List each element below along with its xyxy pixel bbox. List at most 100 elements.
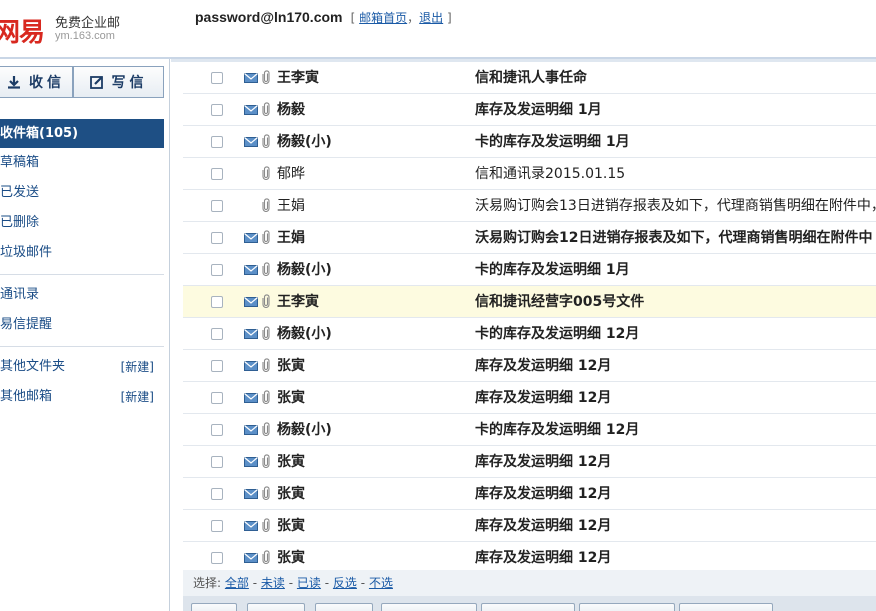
attachment-icon — [262, 230, 270, 244]
view-dropdown[interactable] — [579, 603, 675, 611]
mail-checkbox[interactable] — [211, 456, 223, 468]
new-folder-button[interactable]: [新建] — [121, 352, 154, 382]
mail-row[interactable]: 王娟 沃易购订购会12日进销存报表及如下，代理商销售明细在附件中 — [183, 222, 876, 254]
toolbar-button[interactable] — [247, 603, 305, 611]
mail-subject[interactable]: 库存及发运明细 12月 — [475, 382, 611, 413]
unread-envelope-icon — [244, 553, 258, 563]
unread-envelope-icon — [244, 233, 258, 243]
link-separator: ， — [407, 11, 420, 25]
mail-sender: 杨毅(小) — [277, 326, 332, 342]
mail-checkbox[interactable] — [211, 488, 223, 500]
mail-sender: 王娟 — [277, 198, 305, 214]
mail-sender: 张寅 — [277, 518, 305, 534]
mail-row[interactable]: 杨毅(小) 卡的库存及发运明细 12月 — [183, 318, 876, 350]
attachment-icon — [262, 550, 270, 564]
mail-subject[interactable]: 库存及发运明细 12月 — [475, 350, 611, 381]
folder-list: 收件箱(105) 草稿箱 已发送 已删除 垃圾邮件 通讯录 易信提醒 其他文件夹… — [0, 119, 164, 412]
folder-sent[interactable]: 已发送 — [0, 178, 164, 208]
mail-checkbox[interactable] — [211, 168, 223, 180]
new-mailbox-button[interactable]: [新建] — [121, 382, 154, 412]
select-all-link[interactable]: 全部 — [225, 576, 249, 590]
logout-link[interactable]: 退出 — [419, 11, 443, 25]
mail-subject[interactable]: 卡的库存及发运明细 12月 — [475, 414, 639, 445]
receive-button[interactable]: 收信 — [0, 66, 73, 98]
move-to-dropdown[interactable] — [481, 603, 575, 611]
mail-subject[interactable]: 卡的库存及发运明细 1月 — [475, 254, 630, 285]
mail-sender: 张寅 — [277, 358, 305, 374]
mail-subject[interactable]: 沃易购订购会12日进销存报表及如下，代理商销售明细在附件中 — [475, 222, 872, 253]
attachment-icon — [262, 326, 270, 340]
select-unread-link[interactable]: 未读 — [261, 576, 285, 590]
mail-row[interactable]: 杨毅(小) 卡的库存及发运明细 1月 — [183, 254, 876, 286]
more-dropdown[interactable] — [679, 603, 773, 611]
mail-row[interactable]: 杨毅(小) 卡的库存及发运明细 1月 — [183, 126, 876, 158]
bottom-toolbar — [183, 596, 876, 611]
folder-deleted[interactable]: 已删除 — [0, 208, 164, 238]
mail-checkbox[interactable] — [211, 104, 223, 116]
mail-checkbox[interactable] — [211, 296, 223, 308]
toolbar-button[interactable] — [315, 603, 373, 611]
mail-row[interactable]: 王李寅 信和捷讯人事任命 — [183, 62, 876, 94]
contacts-link[interactable]: 通讯录 — [0, 280, 164, 310]
compose-button[interactable]: 写信 — [73, 66, 164, 98]
mail-list-panel: 王李寅 信和捷讯人事任命 杨毅 库存及发运明细 1月 杨毅(小) 卡的库存及发运明细 1月… — [171, 59, 876, 611]
select-invert-link[interactable]: 反选 — [333, 576, 357, 590]
other-folders-label: 其他文件夹 — [0, 359, 66, 374]
toolbar-button[interactable] — [191, 603, 237, 611]
unread-envelope-icon — [244, 489, 258, 499]
mail-checkbox[interactable] — [211, 328, 223, 340]
mail-row[interactable]: 杨毅(小) 卡的库存及发运明细 12月 — [183, 414, 876, 446]
folder-spam[interactable]: 垃圾邮件 — [0, 238, 164, 268]
mail-checkbox[interactable] — [211, 392, 223, 404]
other-folders[interactable]: 其他文件夹 [新建] — [0, 352, 164, 382]
mail-subject[interactable]: 库存及发运明细 12月 — [475, 478, 611, 509]
select-dash: - — [360, 576, 366, 590]
mail-row[interactable]: 王娟 沃易购订购会13日进销存报表及如下，代理商销售明细在附件中， — [183, 190, 876, 222]
mail-subject[interactable]: 库存及发运明细 1月 — [475, 94, 602, 125]
mail-row[interactable]: 郁晔 信和通讯录2015.01.15 — [183, 158, 876, 190]
mail-checkbox[interactable] — [211, 264, 223, 276]
mail-checkbox[interactable] — [211, 72, 223, 84]
mail-row[interactable]: 张寅 库存及发运明细 12月 — [183, 382, 876, 414]
mail-checkbox[interactable] — [211, 200, 223, 212]
mail-checkbox[interactable] — [211, 552, 223, 564]
other-mailboxes[interactable]: 其他邮箱 [新建] — [0, 382, 164, 412]
mail-checkbox[interactable] — [211, 136, 223, 148]
bracket-open: [ — [350, 11, 356, 25]
sidebar: 收信 写信 收件箱(105) 草稿箱 已发送 已删除 垃圾邮件 通讯录 易信提醒… — [0, 59, 170, 611]
bracket-close: ] — [447, 11, 452, 25]
download-icon — [8, 76, 20, 89]
compose-label: 写信 — [111, 75, 148, 91]
mail-row[interactable]: 张寅 库存及发运明细 12月 — [183, 510, 876, 542]
mail-row[interactable]: 张寅 库存及发运明细 12月 — [183, 350, 876, 382]
receive-label: 收信 — [29, 75, 65, 91]
mail-subject[interactable]: 信和通讯录2015.01.15 — [475, 158, 625, 189]
folder-inbox[interactable]: 收件箱(105) — [0, 119, 164, 148]
mark-as-dropdown[interactable] — [381, 603, 477, 611]
mail-row[interactable]: 张寅 库存及发运明细 12月 — [183, 446, 876, 478]
select-read-link[interactable]: 已读 — [297, 576, 321, 590]
mail-subject[interactable]: 信和捷讯经营字005号文件 — [475, 286, 644, 317]
mail-checkbox[interactable] — [211, 424, 223, 436]
mailbox-home-link[interactable]: 邮箱首页 — [359, 11, 407, 25]
mail-subject[interactable]: 库存及发运明细 12月 — [475, 446, 611, 477]
mail-checkbox[interactable] — [211, 520, 223, 532]
mail-sender: 张寅 — [277, 486, 305, 502]
mail-row[interactable]: 王李寅 信和捷讯经营字005号文件 — [183, 286, 876, 318]
mail-subject[interactable]: 库存及发运明细 12月 — [475, 510, 611, 541]
attachment-icon — [262, 486, 270, 500]
mail-row[interactable]: 张寅 库存及发运明细 12月 — [183, 478, 876, 510]
folder-drafts[interactable]: 草稿箱 — [0, 148, 164, 178]
mail-subject[interactable]: 沃易购订购会13日进销存报表及如下，代理商销售明细在附件中， — [475, 190, 876, 221]
mail-checkbox[interactable] — [211, 232, 223, 244]
yixin-reminder-link[interactable]: 易信提醒 — [0, 310, 164, 340]
mail-subject[interactable]: 卡的库存及发运明细 12月 — [475, 318, 639, 349]
mail-subject[interactable]: 卡的库存及发运明细 1月 — [475, 126, 630, 157]
logo-text: 免费企业邮 — [55, 16, 121, 31]
mail-checkbox[interactable] — [211, 360, 223, 372]
mail-row[interactable]: 杨毅 库存及发运明细 1月 — [183, 94, 876, 126]
mail-subject[interactable]: 信和捷讯人事任命 — [475, 62, 587, 93]
compose-icon — [89, 76, 103, 89]
select-none-link[interactable]: 不选 — [369, 576, 393, 590]
unread-envelope-icon — [244, 393, 258, 403]
